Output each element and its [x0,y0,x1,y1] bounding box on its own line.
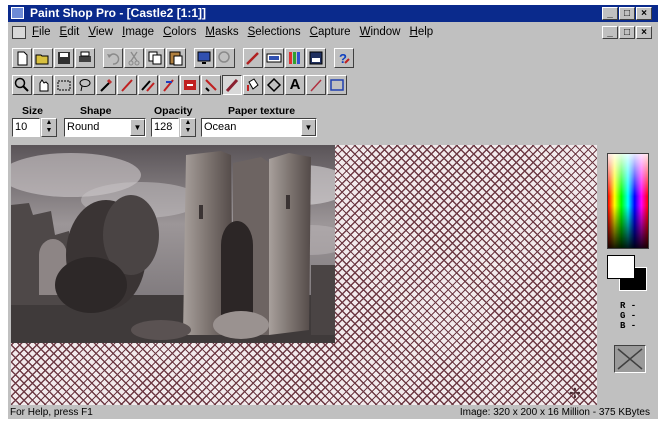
menu-capture[interactable]: Capture [310,26,351,38]
menu-image[interactable]: Image [122,26,154,38]
maximize-button[interactable]: □ [619,7,635,20]
menu-masks[interactable]: Masks [205,26,238,38]
image-canvas[interactable]: ✢ [11,145,597,405]
svg-text:?: ? [339,51,347,66]
shape-label: Shape [80,105,112,117]
b-value: B - [620,321,637,331]
menu-help[interactable]: Help [410,26,434,38]
menu-colors[interactable]: Colors [163,26,196,38]
shape-value: Round [67,121,100,133]
menu-view[interactable]: View [88,26,113,38]
status-help-text: For Help, press F1 [10,407,93,418]
move-tool-icon[interactable] [33,75,53,95]
title-bar[interactable]: Paint Shop Pro - [Castle2 [1:1]] _ □ × [8,5,658,22]
menu-bar: File Edit View Image Colors Masks Select… [8,24,658,42]
minimize-button[interactable]: _ [602,7,618,20]
doc-restore-button[interactable]: □ [619,26,635,39]
lasso-tool-icon[interactable] [75,75,95,95]
status-image-info: Image: 320 x 200 x 16 Million - 375 KByt… [459,407,650,418]
dropper-tool-icon[interactable] [96,75,116,95]
color-icon[interactable] [306,48,326,68]
menu-window[interactable]: Window [360,26,401,38]
eraser-icon[interactable] [201,75,221,95]
zoom-icon[interactable] [215,48,235,68]
foreground-background-swatches[interactable] [607,255,647,291]
menu-file[interactable]: File [32,26,51,38]
retouch-icon[interactable] [180,75,200,95]
paint-toolbox-icon[interactable] [243,48,263,68]
color-palette-panel: R - G - B - [604,145,654,407]
palette-icon[interactable] [285,48,305,68]
menu-edit[interactable]: Edit [60,26,80,38]
paper-texture-label: Paper texture [228,105,296,117]
doc-close-button[interactable]: × [636,26,652,39]
size-label: Size [22,105,44,117]
size-field[interactable]: 10 [12,118,40,137]
size-spinner[interactable]: ▲ ▼ [41,118,57,137]
selection-tool-icon[interactable] [54,75,74,95]
r-value: R - [620,301,637,311]
castle-image [11,145,335,343]
text-icon[interactable]: A [285,75,305,95]
zoom-tool-icon[interactable] [12,75,32,95]
paper-texture-value: Ocean [204,121,237,133]
rectangle-icon[interactable] [327,75,347,95]
cut-icon[interactable] [124,48,144,68]
opacity-label: Opacity [154,105,193,117]
document-system-menu-icon[interactable] [12,26,26,39]
window-title: Paint Shop Pro - [Castle2 [1:1]] [30,6,207,20]
opacity-spinner[interactable]: ▲ ▼ [180,118,196,137]
histogram-icon[interactable] [264,48,284,68]
chevron-down-icon[interactable]: ▼ [301,119,316,136]
transparent-color-box[interactable] [614,345,646,373]
doc-minimize-button[interactable]: _ [602,26,618,39]
status-bar: For Help, press F1 Image: 320 x 200 x 16… [8,407,658,419]
undo-icon[interactable] [103,48,123,68]
main-toolbar: ? [12,48,354,70]
paper-texture-dropdown[interactable]: Ocean ▼ [201,118,317,137]
tools-toolbar: A [12,75,347,97]
paintbrush-tool-icon[interactable] [117,75,137,95]
app-icon[interactable] [11,7,24,19]
color-replacer-icon[interactable] [159,75,179,95]
menu-selections[interactable]: Selections [248,26,301,38]
help-icon[interactable]: ? [334,48,354,68]
paint-shop-pro-window: Paint Shop Pro - [Castle2 [1:1]] _ □ × F… [8,5,658,419]
line-icon[interactable] [306,75,326,95]
brush-cursor-icon: ✢ [569,385,581,401]
color-spectrum[interactable] [607,153,649,249]
transparent-x-icon [617,348,643,370]
picture-tube-icon[interactable] [222,75,242,95]
g-value: G - [620,311,637,321]
foreground-color-swatch[interactable] [607,255,635,279]
rgb-readout: R - G - B - [620,301,636,331]
shape-dropdown[interactable]: Round ▼ [64,118,146,137]
clone-brush-icon[interactable] [138,75,158,95]
flood-fill-icon[interactable] [243,75,263,95]
opacity-field[interactable]: 128 [151,118,179,137]
new-icon[interactable] [12,48,32,68]
copy-icon[interactable] [145,48,165,68]
close-button[interactable]: × [636,7,652,20]
chevron-down-icon[interactable]: ▼ [130,119,145,136]
save-icon[interactable] [54,48,74,68]
open-icon[interactable] [33,48,53,68]
print-icon[interactable] [75,48,95,68]
full-screen-icon[interactable] [194,48,214,68]
shape-icon[interactable] [264,75,284,95]
paste-icon[interactable] [166,48,186,68]
